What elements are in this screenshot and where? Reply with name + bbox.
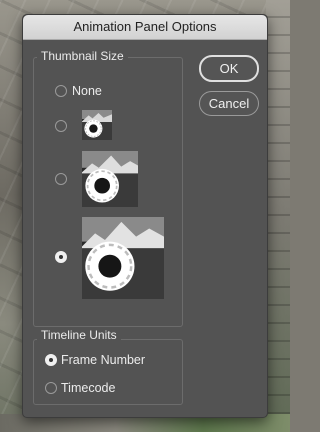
thumbnail-large-preview[interactable] (82, 217, 164, 299)
background-photo-edge (266, 0, 290, 432)
thumbnail-medium-radio[interactable] (55, 173, 67, 185)
thumbnail-large-radio[interactable] (55, 251, 67, 263)
frame-number-radio[interactable] (45, 354, 57, 366)
thumbnail-medium-preview[interactable] (82, 151, 138, 207)
animation-panel-options-dialog: Animation Panel Options Thumbnail Size N… (22, 14, 268, 418)
timeline-units-legend: Timeline Units (37, 328, 121, 342)
sunflower-image (82, 217, 164, 299)
sunflower-image (82, 110, 112, 140)
frame-number-label[interactable]: Frame Number (61, 353, 145, 367)
ok-button[interactable]: OK (199, 55, 259, 82)
thumbnail-none-label[interactable]: None (72, 84, 102, 98)
thumbnail-none-radio[interactable] (55, 85, 67, 97)
timecode-label[interactable]: Timecode (61, 381, 115, 395)
timeline-units-group (33, 339, 183, 405)
thumbnail-size-legend: Thumbnail Size (37, 49, 128, 63)
timecode-radio[interactable] (45, 382, 57, 394)
sunflower-image (82, 151, 138, 207)
thumbnail-small-radio[interactable] (55, 120, 67, 132)
thumbnail-small-preview[interactable] (82, 110, 112, 140)
cancel-button[interactable]: Cancel (199, 91, 259, 116)
dialog-title: Animation Panel Options (23, 15, 267, 40)
